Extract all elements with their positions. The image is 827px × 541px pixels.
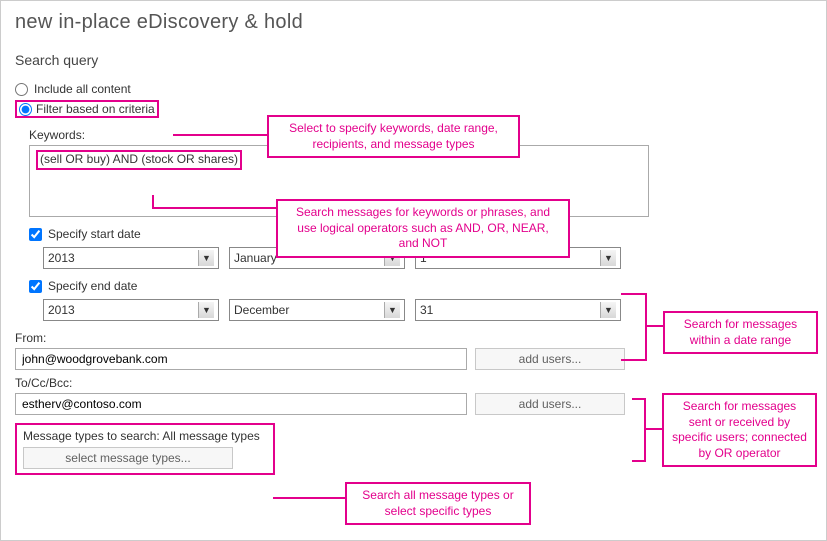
chevron-down-icon: ▼ [384,302,400,318]
end-year-select[interactable]: 2013 ▼ [43,299,219,321]
end-date-label: Specify end date [48,279,137,293]
start-date-label: Specify start date [48,227,141,241]
select-msg-types-button[interactable]: select message types... [23,447,233,469]
start-month-value: January [234,251,277,265]
annotation-keywords: Search messages for keywords or phrases,… [276,199,570,258]
add-users-from-button[interactable]: add users... [475,348,625,370]
annotation-msg-types: Search all message types or select speci… [345,482,531,525]
end-day-value: 31 [420,303,433,317]
radio-filter-criteria-label: Filter based on criteria [36,102,155,116]
chevron-down-icon: ▼ [600,302,616,318]
add-users-tocc-button[interactable]: add users... [475,393,625,415]
annotation-criteria: Select to specify keywords, date range, … [267,115,520,158]
end-year-value: 2013 [48,303,75,317]
checkbox-end-date[interactable] [29,280,42,293]
radio-include-all[interactable] [15,83,28,96]
annotation-date-range: Search for messages within a date range [663,311,818,354]
chevron-down-icon: ▼ [198,250,214,266]
end-month-select[interactable]: December ▼ [229,299,405,321]
section-heading-search-query: Search query [15,52,812,68]
end-month-value: December [234,303,289,317]
msg-types-box: Message types to search: All message typ… [15,423,275,475]
keywords-value: (sell OR buy) AND (stock OR shares) [36,150,242,170]
annotation-users: Search for messages sent or received by … [662,393,817,467]
msg-types-label: Message types to search: All message typ… [23,429,267,443]
start-year-value: 2013 [48,251,75,265]
from-input[interactable] [15,348,467,370]
tocc-input[interactable] [15,393,467,415]
checkbox-start-date[interactable] [29,228,42,241]
radio-include-all-label: Include all content [34,82,131,96]
start-year-select[interactable]: 2013 ▼ [43,247,219,269]
chevron-down-icon: ▼ [198,302,214,318]
page-title: new in-place eDiscovery & hold [15,11,812,34]
chevron-down-icon: ▼ [600,250,616,266]
tocc-label: To/Cc/Bcc: [15,376,812,390]
radio-filter-criteria[interactable] [19,103,32,116]
end-day-select[interactable]: 31 ▼ [415,299,621,321]
